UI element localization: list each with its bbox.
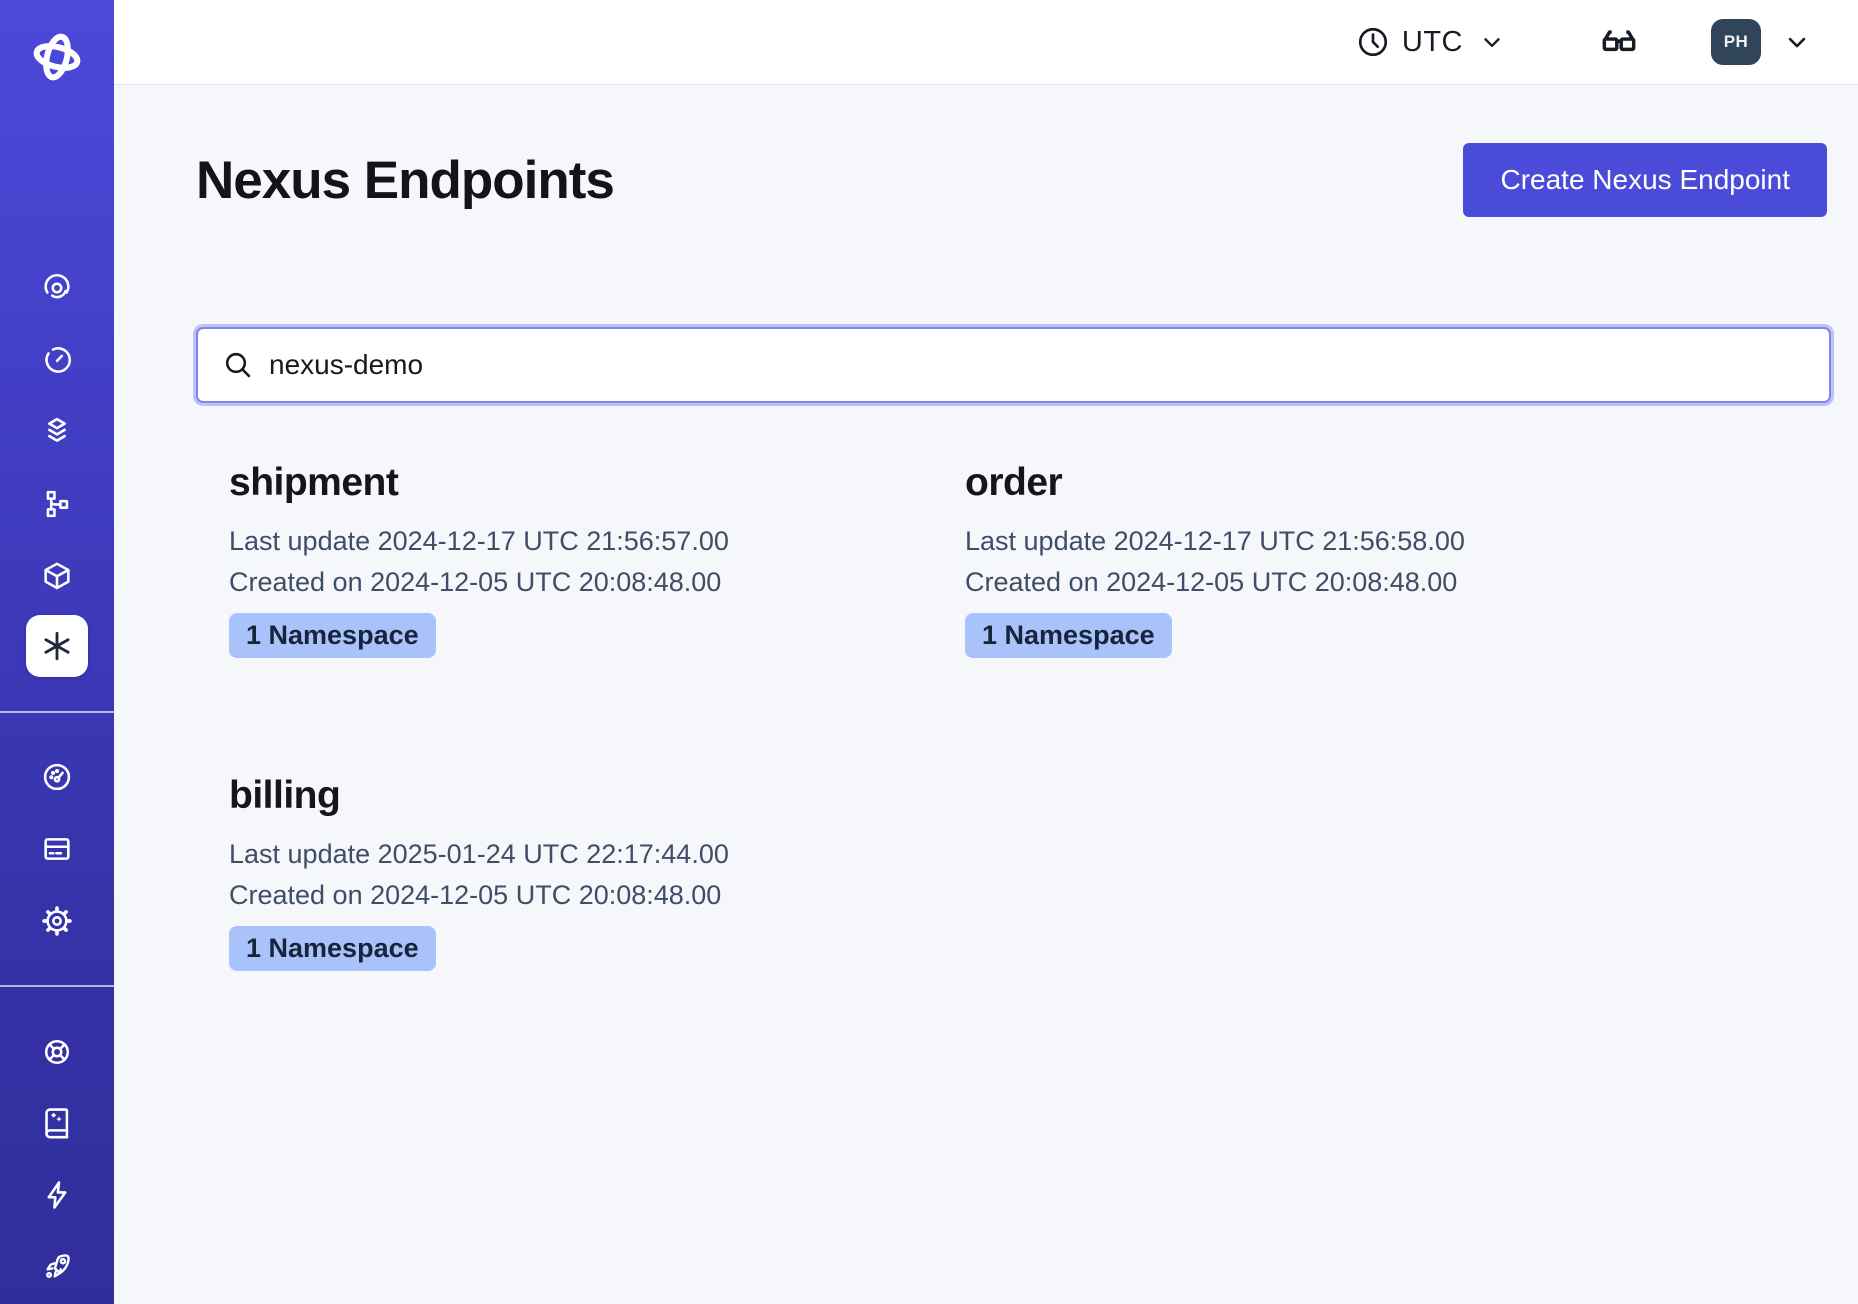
labs-toggle[interactable] — [1597, 20, 1641, 64]
topbar: UTC PH — [114, 0, 1858, 85]
sidebar-item-schedules[interactable] — [0, 324, 114, 396]
quickstart-icon — [40, 1178, 74, 1212]
sidebar-item-settings[interactable] — [0, 885, 114, 957]
endpoint-card[interactable]: order Last update 2024-12-17 UTC 21:56:5… — [965, 461, 1701, 658]
sidebar-item-deployments[interactable] — [0, 540, 114, 612]
sidebar-item-batch-operations[interactable] — [0, 395, 114, 467]
chevron-down-icon — [1479, 29, 1505, 55]
settings-icon — [40, 904, 74, 938]
batch-operations-icon — [40, 414, 74, 448]
billing-icon — [40, 832, 74, 866]
usage-icon — [40, 760, 74, 794]
endpoint-last-update: Last update 2024-12-17 UTC 21:56:58.00 — [965, 521, 1701, 562]
endpoint-name: order — [965, 461, 1701, 505]
search-input[interactable] — [254, 329, 1829, 401]
namespaces-icon — [40, 271, 74, 305]
sidebar-item-getting-started[interactable] — [0, 1231, 114, 1303]
namespace-badge: 1 Namespace — [965, 613, 1172, 658]
temporal-logo[interactable] — [0, 28, 114, 86]
sidebar-divider — [0, 711, 114, 713]
sidebar-item-task-queues[interactable] — [0, 468, 114, 540]
endpoint-card[interactable]: billing Last update 2025-01-24 UTC 22:17… — [229, 774, 965, 971]
endpoint-created: Created on 2024-12-05 UTC 20:08:48.00 — [229, 875, 965, 916]
avatar-initials: PH — [1724, 32, 1749, 52]
sidebar-divider — [0, 985, 114, 987]
endpoint-card[interactable]: shipment Last update 2024-12-17 UTC 21:5… — [229, 461, 965, 658]
timezone-selector[interactable]: UTC — [1356, 25, 1505, 59]
sidebar-item-namespaces[interactable] — [0, 252, 114, 324]
namespace-badge: 1 Namespace — [229, 613, 436, 658]
endpoint-created: Created on 2024-12-05 UTC 20:08:48.00 — [965, 562, 1701, 603]
page-title: Nexus Endpoints — [196, 150, 614, 211]
nexus-icon — [39, 628, 75, 664]
schedules-icon — [40, 343, 74, 377]
avatar: PH — [1711, 19, 1761, 65]
endpoint-created: Created on 2024-12-05 UTC 20:08:48.00 — [229, 562, 965, 603]
endpoint-last-update: Last update 2025-01-24 UTC 22:17:44.00 — [229, 834, 965, 875]
sidebar-item-billing[interactable] — [0, 813, 114, 885]
sidebar-item-support[interactable] — [0, 1016, 114, 1088]
sidebar-item-quickstart[interactable] — [0, 1159, 114, 1231]
sidebar-item-nexus[interactable] — [26, 615, 88, 677]
task-queues-icon — [40, 487, 74, 521]
sidebar-item-usage[interactable] — [0, 741, 114, 813]
docs-icon — [40, 1106, 74, 1140]
endpoint-name: shipment — [229, 461, 965, 505]
main-content: Nexus Endpoints Create Nexus Endpoint sh… — [114, 85, 1858, 1304]
deployments-icon — [40, 559, 74, 593]
endpoint-list: shipment Last update 2024-12-17 UTC 21:5… — [114, 461, 1858, 971]
getting-started-icon — [40, 1250, 74, 1284]
search-icon — [222, 349, 254, 381]
chevron-down-icon — [1783, 28, 1811, 56]
account-menu[interactable]: PH — [1711, 19, 1811, 65]
namespace-badge: 1 Namespace — [229, 926, 436, 971]
temporal-logo-icon — [28, 28, 86, 86]
endpoint-last-update: Last update 2024-12-17 UTC 21:56:57.00 — [229, 521, 965, 562]
support-icon — [40, 1035, 74, 1069]
sidebar — [0, 0, 114, 1304]
sidebar-item-docs[interactable] — [0, 1087, 114, 1159]
endpoint-name: billing — [229, 774, 965, 818]
clock-icon — [1356, 25, 1390, 59]
timezone-label: UTC — [1402, 26, 1463, 59]
glasses-icon — [1597, 20, 1641, 64]
search-box — [196, 327, 1831, 403]
create-nexus-endpoint-button[interactable]: Create Nexus Endpoint — [1463, 143, 1827, 217]
